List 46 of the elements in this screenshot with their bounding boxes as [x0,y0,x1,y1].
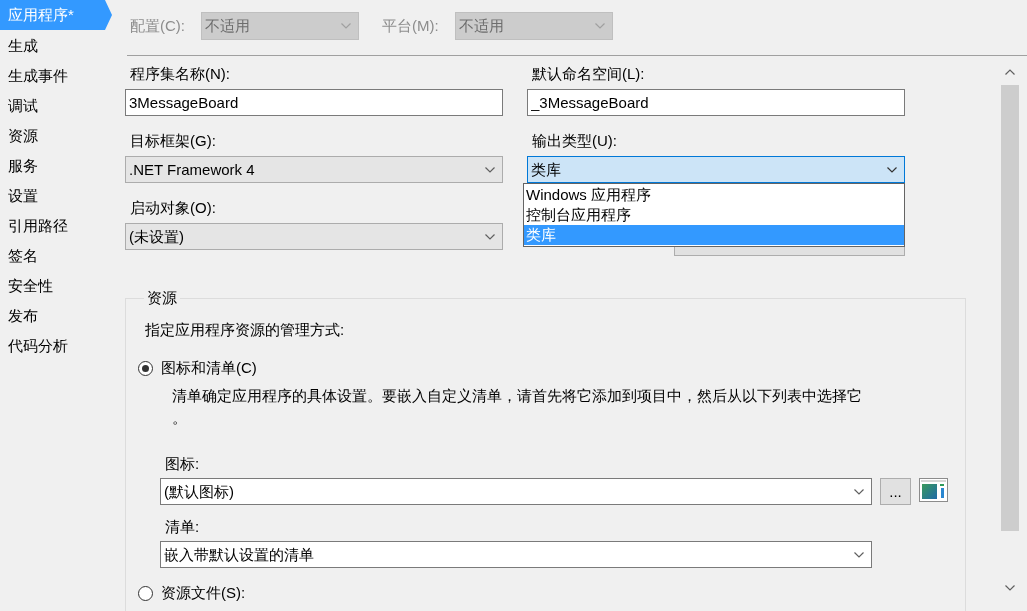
field-label: 默认命名空间(L): [531,64,645,84]
chevron-down-icon[interactable] [854,488,864,495]
text-field[interactable]: _3MessageBoard [527,89,905,116]
radio-button[interactable] [138,360,153,376]
dropdown[interactable]: .NET Framework 4 [125,156,503,183]
field-label: 程序集名称(N): [129,64,230,84]
scrollbar-thumb[interactable] [1001,85,1019,531]
dropdown[interactable]: (默认图标) [160,478,872,505]
window-image-icon [919,478,948,502]
sidebar-item[interactable]: 安全性 [0,271,112,301]
sidebar-item[interactable]: 资源 [0,121,112,151]
dropdown[interactable]: 嵌入带默认设置的清单 [160,541,872,568]
sidebar-item[interactable]: 发布 [0,301,112,331]
field-label: 图标: [164,454,200,474]
chevron-down-icon[interactable] [887,166,897,173]
sidebar-item[interactable]: 服务 [0,151,112,181]
field-label: 启动对象(O): [129,198,216,218]
dropdown[interactable]: 类库 [527,156,905,183]
chevron-down-icon[interactable] [485,166,495,173]
sidebar-item[interactable]: 调试 [0,91,112,121]
field-label: 平台(M): [382,16,439,36]
group-title: 资源 [146,288,178,308]
sidebar-item[interactable]: 代码分析 [0,331,112,361]
text-field[interactable]: 3MessageBoard [125,89,503,116]
dropdown-option[interactable]: Windows 应用程序 [524,185,904,205]
dropdown-option[interactable]: 控制台应用程序 [524,205,904,225]
sidebar-item[interactable]: 引用路径 [0,211,112,241]
prompt-text: 指定应用程序资源的管理方式: [145,320,345,340]
field-label: 配置(C): [130,16,185,36]
sidebar-item[interactable]: 生成 [0,31,112,61]
field-label: 目标框架(G): [129,131,216,151]
chevron-up-icon[interactable] [1005,69,1015,75]
sidebar-item[interactable]: 设置 [0,181,112,211]
chevron-down-icon[interactable] [1005,585,1015,591]
description-text: 清单确定应用程序的具体设置。要嵌入自定义清单，请首先将它添加到项目中，然后从以下列表中选择它。 [172,386,863,428]
chevron-down-icon[interactable] [485,233,495,240]
dropdown[interactable]: (未设置) [125,223,503,250]
radio-label[interactable]: 图标和清单(C) [161,358,257,378]
radio-label[interactable]: 资源文件(S): [161,583,246,603]
chevron-down-icon[interactable] [854,551,864,558]
browse-button[interactable]: ... [880,478,911,505]
sidebar-item[interactable]: 生成事件 [0,61,112,91]
field-label: 清单: [164,517,200,537]
radio-button[interactable] [138,585,153,601]
field-label: 输出类型(U): [531,131,617,151]
sidebar-item[interactable]: 签名 [0,241,112,271]
